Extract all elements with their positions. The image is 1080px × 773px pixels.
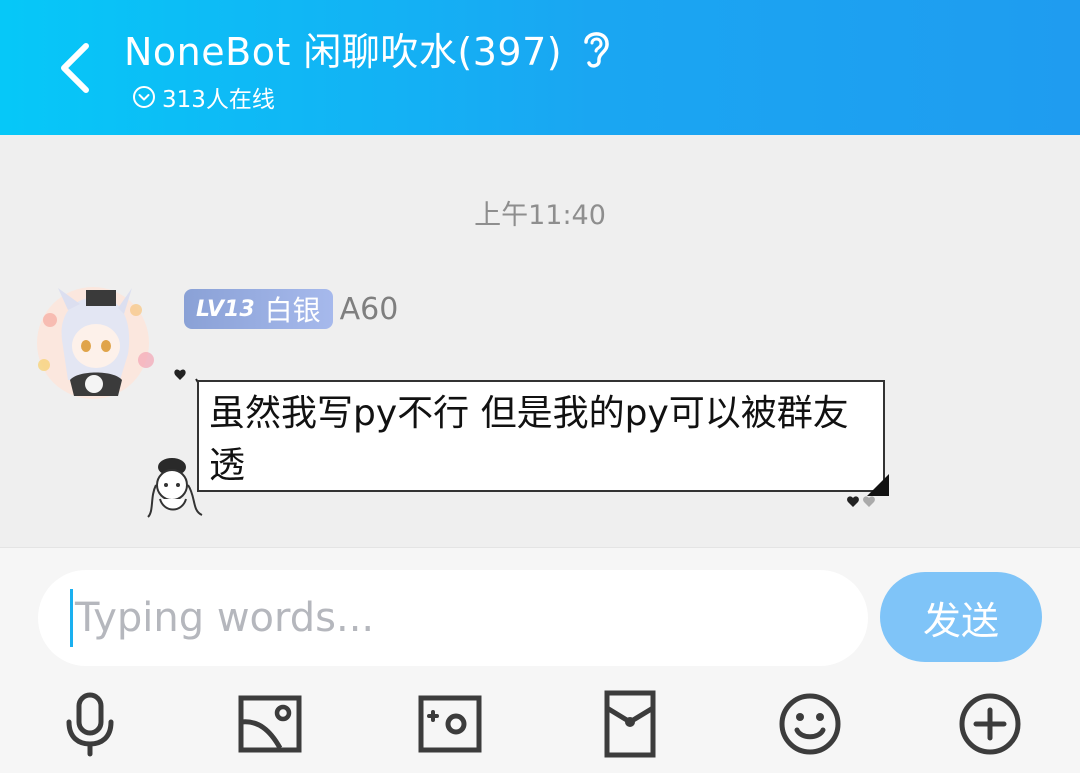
online-status[interactable]: 313人在线: [132, 80, 275, 114]
message-timestamp: 上午11:40: [474, 200, 606, 231]
sender-info: LV13 白银 A60: [184, 288, 398, 330]
microphone-icon: [66, 692, 114, 757]
chevron-down-circle-icon: [133, 86, 155, 108]
group-title[interactable]: NoneBot 闲聊吹水(397): [124, 21, 562, 76]
input-placeholder: Typing words...: [75, 595, 375, 641]
send-button[interactable]: 发送: [880, 572, 1042, 662]
message-composer: Typing words... 发送: [0, 547, 1080, 773]
message-list[interactable]: 上午11:40 LV13 白银 A60 虽然我写py不行 但是我的py可以被群友…: [0, 135, 1080, 547]
input-toolbar: [0, 684, 1080, 764]
chevron-left-icon: [61, 43, 89, 93]
chat-header: NoneBot 闲聊吹水(397) 313人在线: [0, 0, 1080, 135]
emoji-button[interactable]: [774, 688, 846, 760]
emoji-icon: [779, 693, 841, 755]
online-count: 313人在线: [162, 87, 275, 113]
title-row: NoneBot 闲聊吹水(397): [124, 20, 614, 76]
rank-label: 白银: [264, 294, 321, 327]
message-bubble[interactable]: 虽然我写py不行 但是我的py可以被群友透: [197, 380, 889, 496]
image-button[interactable]: [234, 688, 306, 760]
hearts-decoration-icon: [847, 496, 875, 507]
message-input[interactable]: Typing words...: [38, 570, 868, 666]
back-button[interactable]: [52, 38, 100, 98]
sender-avatar[interactable]: [28, 280, 158, 405]
text-caret: [70, 589, 73, 647]
chibi-decoration-icon: [147, 458, 203, 518]
plus-icon: [959, 693, 1021, 755]
sender-name[interactable]: A60: [340, 292, 399, 327]
level-label: LV13: [196, 296, 255, 322]
image-icon: [238, 695, 302, 753]
ear-icon[interactable]: [578, 26, 614, 70]
level-badge[interactable]: LV13 白银: [184, 289, 333, 329]
more-button[interactable]: [954, 688, 1026, 760]
microphone-button[interactable]: [54, 688, 126, 760]
red-packet-button[interactable]: [594, 688, 666, 760]
message-text: 虽然我写py不行 但是我的py可以被群友透: [209, 393, 849, 486]
red-packet-icon: [604, 690, 656, 758]
camera-icon: [418, 695, 482, 753]
camera-button[interactable]: [414, 688, 486, 760]
